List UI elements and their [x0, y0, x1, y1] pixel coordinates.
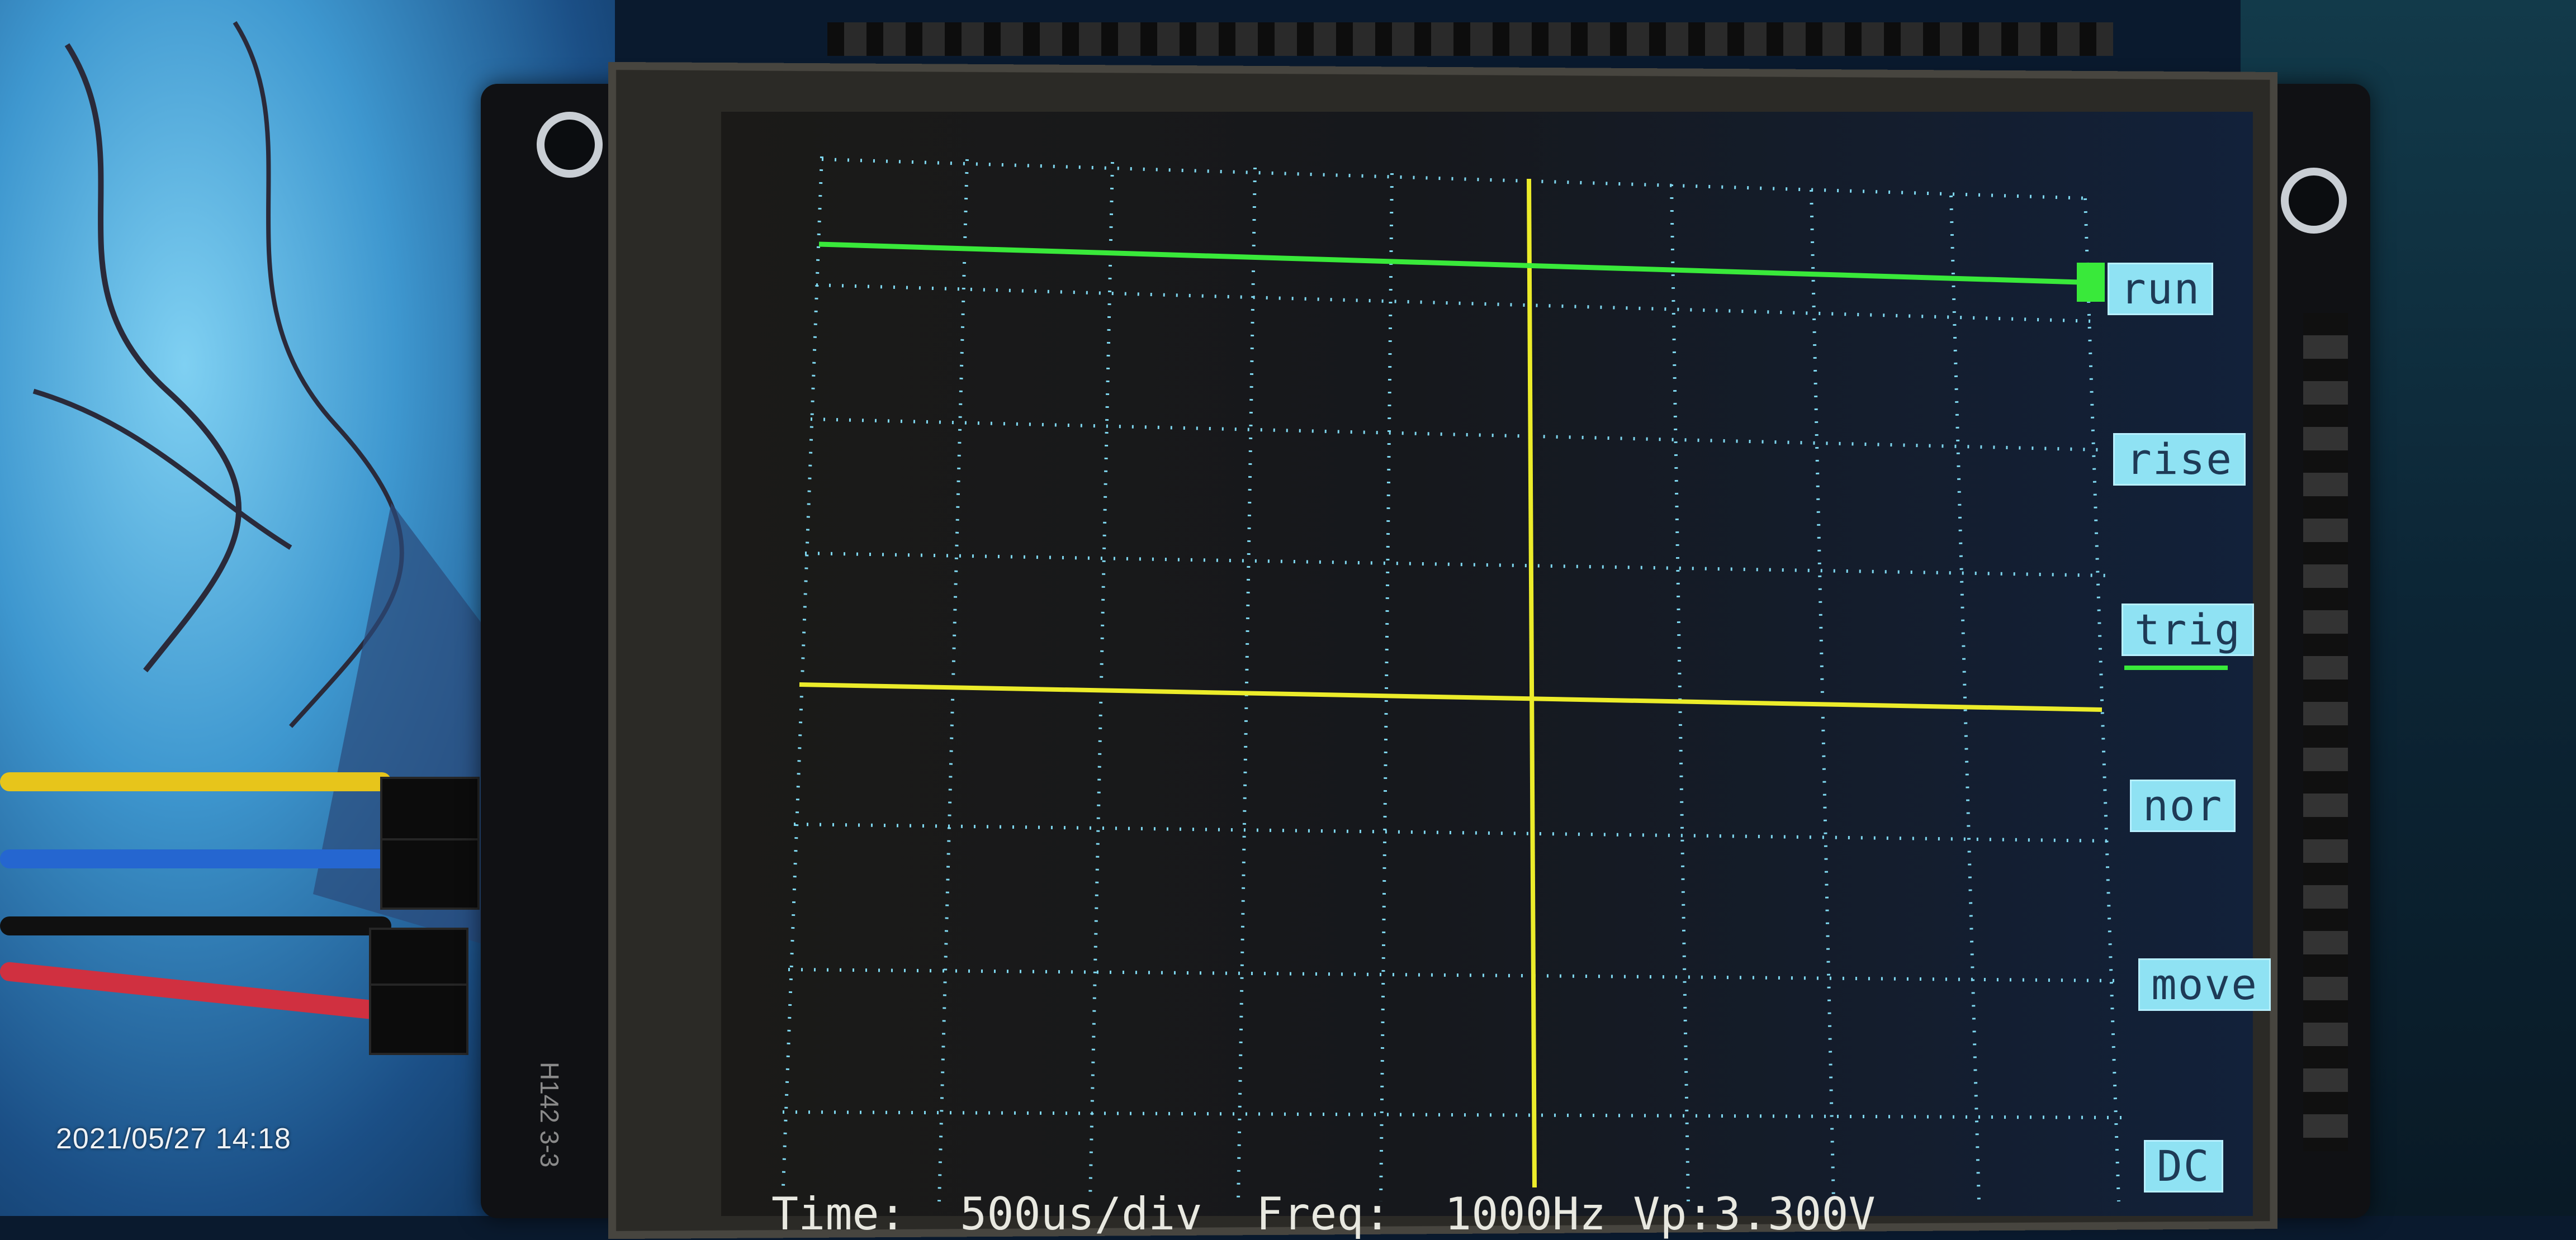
run-button[interactable]: run: [2108, 263, 2214, 315]
signal-marker: [2077, 263, 2105, 302]
trig-button[interactable]: trig: [2122, 604, 2255, 656]
photo-scene: run rise trig nor move DC Time: 500us/di…: [0, 0, 2576, 1240]
photo-timestamp: 2021/05/27 14:18: [56, 1123, 291, 1155]
signal-trace: [818, 241, 2080, 285]
move-button[interactable]: move: [2138, 958, 2271, 1011]
nor-button[interactable]: nor: [2130, 780, 2236, 832]
vertical-cursor: [1527, 178, 1537, 1188]
dc-button[interactable]: DC: [2144, 1140, 2223, 1193]
trigger-level-line: [799, 682, 2103, 712]
rise-button[interactable]: rise: [2113, 433, 2246, 486]
scope-status-line: Time: 500us/div Freq: 1000Hz Vp:3.300V: [771, 1188, 1876, 1240]
pcb-silkscreen: H142 3-3: [535, 1062, 564, 1168]
